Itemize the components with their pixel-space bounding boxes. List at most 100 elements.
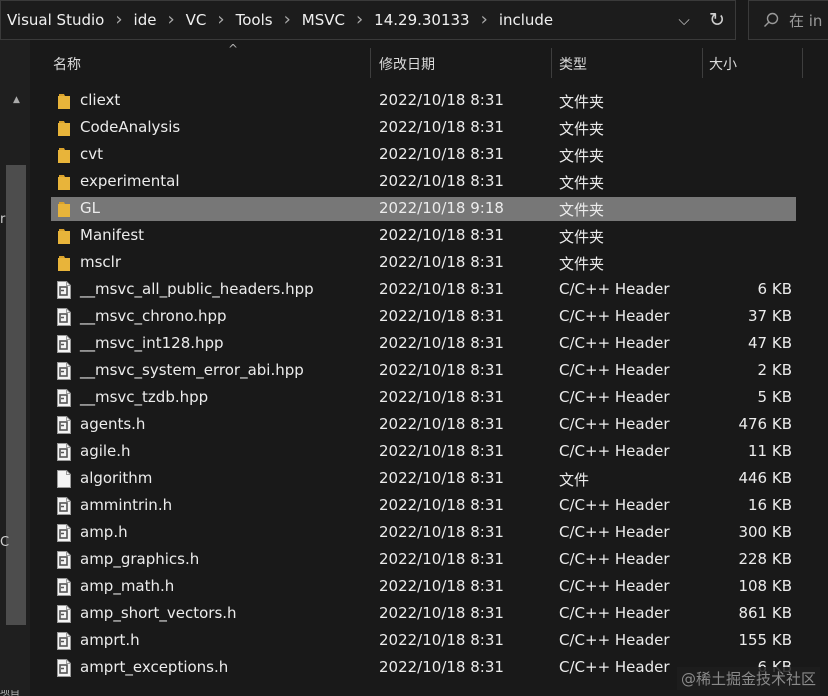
file-row[interactable]: amp_graphics.h 2022/10/18 8:31 C/C++ Heade… (51, 548, 796, 572)
file-row[interactable]: GL 2022/10/18 9:18 文件夹 (51, 197, 796, 221)
column-header-size[interactable]: 大小 (709, 54, 737, 74)
file-name[interactable]: algorithm (80, 469, 152, 487)
breadcrumb-separator-icon[interactable]: › (208, 11, 233, 29)
file-row[interactable]: amp_short_vectors.h 2022/10/18 8:31 C/C++ … (51, 602, 796, 626)
file-row[interactable]: __msvc_tzdb.hpp 2022/10/18 8:31 C/C++ Head… (51, 386, 796, 410)
file-name[interactable]: CodeAnalysis (80, 118, 180, 136)
nav-item-fragment[interactable]: r (0, 212, 5, 227)
breadcrumb-separator-icon[interactable]: › (347, 11, 372, 29)
file-name[interactable]: Manifest (80, 226, 144, 244)
file-row[interactable]: CodeAnalysis 2022/10/18 8:31 文件夹 (51, 116, 796, 140)
file-row[interactable]: __msvc_system_error_abi.hpp 2022/10/18 8:… (51, 359, 796, 383)
file-name[interactable]: msclr (80, 253, 121, 271)
folder-icon (56, 173, 72, 191)
header-file-icon (56, 362, 72, 380)
refresh-icon: ↻ (709, 9, 725, 31)
refresh-button[interactable]: ↻ (699, 1, 735, 39)
file-date: 2022/10/18 8:31 (379, 226, 504, 244)
sort-ascending-icon: ^ (228, 42, 239, 56)
file-name[interactable]: ammintrin.h (80, 496, 172, 514)
file-name[interactable]: experimental (80, 172, 180, 190)
breadcrumb-separator-icon[interactable]: › (158, 11, 183, 29)
file-row[interactable]: __msvc_chrono.hpp 2022/10/18 8:31 C/C++ He… (51, 305, 796, 329)
file-row[interactable]: agents.h 2022/10/18 8:31 C/C++ Header 476 K… (51, 413, 796, 437)
file-date: 2022/10/18 8:31 (379, 361, 504, 379)
file-name[interactable]: amp.h (80, 523, 128, 541)
file-row[interactable]: Manifest 2022/10/18 8:31 文件夹 (51, 224, 796, 248)
file-name[interactable]: __msvc_tzdb.hpp (80, 388, 208, 406)
file-list[interactable]: ^ 名称 修改日期 类型 大小 cliext 2022/10/18 8:31 文件夹… (30, 40, 828, 696)
file-name[interactable]: amp_math.h (80, 577, 174, 595)
file-row[interactable]: amp.h 2022/10/18 8:31 C/C++ Header 300 KB (51, 521, 796, 545)
navigation-pane[interactable]: ▲ r C (0, 40, 30, 696)
breadcrumb-item[interactable]: Tools (234, 11, 275, 29)
column-header-name[interactable]: 名称 (53, 54, 81, 74)
search-icon (764, 12, 779, 27)
file-type: C/C++ Header (559, 496, 670, 514)
file-name[interactable]: amprt.h (80, 631, 140, 649)
column-divider[interactable] (702, 48, 703, 78)
file-name[interactable]: __msvc_int128.hpp (80, 334, 224, 352)
file-type: 文件夹 (559, 120, 605, 138)
column-header-date[interactable]: 修改日期 (379, 54, 435, 74)
file-name[interactable]: amprt_exceptions.h (80, 658, 228, 676)
file-name[interactable]: agile.h (80, 442, 131, 460)
address-bar[interactable]: Visual Studio › ide › VC › Tools › MSVC › 14.29.30… (0, 0, 736, 40)
file-name[interactable]: amp_short_vectors.h (80, 604, 237, 622)
address-history-dropdown[interactable]: ⌵ (669, 1, 699, 39)
column-header-type[interactable]: 类型 (559, 54, 587, 74)
scroll-up-arrow-icon[interactable]: ▲ (13, 95, 20, 105)
file-row[interactable]: experimental 2022/10/18 8:31 文件夹 (51, 170, 796, 194)
file-row[interactable]: amp_math.h 2022/10/18 8:31 C/C++ Header 108… (51, 575, 796, 599)
file-name[interactable]: __msvc_chrono.hpp (80, 307, 227, 325)
breadcrumb-item[interactable]: 14.29.30133 (372, 11, 471, 29)
column-header-row: ^ 名称 修改日期 类型 大小 (52, 42, 828, 78)
file-type: C/C++ Header (559, 577, 670, 595)
file-size: 155 KB (738, 631, 792, 649)
breadcrumb-separator-icon[interactable]: › (275, 11, 300, 29)
file-name[interactable]: GL (80, 199, 100, 217)
column-divider[interactable] (551, 48, 552, 78)
folder-icon (56, 227, 72, 245)
file-date: 2022/10/18 8:31 (379, 550, 504, 568)
file-row[interactable]: amprt.h 2022/10/18 8:31 C/C++ Header 155 KB (51, 629, 796, 653)
nav-scrollbar-thumb[interactable] (6, 165, 26, 625)
header-file-icon (56, 632, 72, 650)
file-name[interactable]: __msvc_system_error_abi.hpp (80, 361, 304, 379)
file-name[interactable]: cliext (80, 91, 120, 109)
file-name[interactable]: agents.h (80, 415, 145, 433)
breadcrumb-item[interactable]: VC (184, 11, 209, 29)
file-date: 2022/10/18 8:31 (379, 388, 504, 406)
file-type: C/C++ Header (559, 550, 670, 568)
folder-icon (56, 200, 72, 218)
file-size: 47 KB (748, 334, 792, 352)
file-size: 5 KB (757, 388, 792, 406)
breadcrumb-item[interactable]: ide (132, 11, 159, 29)
search-input[interactable]: 在 in (748, 0, 828, 40)
file-date: 2022/10/18 8:31 (379, 280, 504, 298)
file-row[interactable]: agile.h 2022/10/18 8:31 C/C++ Header 11 KB (51, 440, 796, 464)
column-divider[interactable] (802, 48, 803, 78)
nav-item-fragment[interactable]: C (0, 535, 9, 550)
breadcrumb-separator-icon[interactable]: › (472, 11, 497, 29)
file-type: C/C++ Header (559, 361, 670, 379)
breadcrumb-item[interactable]: include (497, 11, 555, 29)
file-row[interactable]: __msvc_all_public_headers.hpp 2022/10/18 … (51, 278, 796, 302)
file-size: 108 KB (738, 577, 792, 595)
file-name[interactable]: __msvc_all_public_headers.hpp (80, 280, 314, 298)
status-bar-fragment: 项目 (0, 690, 20, 696)
file-date: 2022/10/18 8:31 (379, 91, 504, 109)
breadcrumb-separator-icon[interactable]: › (106, 11, 131, 29)
breadcrumb-item[interactable]: Visual Studio (5, 11, 106, 29)
file-row[interactable]: msclr 2022/10/18 8:31 文件夹 (51, 251, 796, 275)
file-row[interactable]: __msvc_int128.hpp 2022/10/18 8:31 C/C++ He… (51, 332, 796, 356)
file-row[interactable]: cvt 2022/10/18 8:31 文件夹 (51, 143, 796, 167)
file-name[interactable]: amp_graphics.h (80, 550, 199, 568)
file-type: C/C++ Header (559, 415, 670, 433)
file-name[interactable]: cvt (80, 145, 103, 163)
column-divider[interactable] (370, 48, 371, 78)
file-row[interactable]: algorithm 2022/10/18 8:31 文件 446 KB (51, 467, 796, 491)
breadcrumb-item[interactable]: MSVC (300, 11, 347, 29)
file-row[interactable]: cliext 2022/10/18 8:31 文件夹 (51, 89, 796, 113)
file-row[interactable]: ammintrin.h 2022/10/18 8:31 C/C++ Header 16… (51, 494, 796, 518)
